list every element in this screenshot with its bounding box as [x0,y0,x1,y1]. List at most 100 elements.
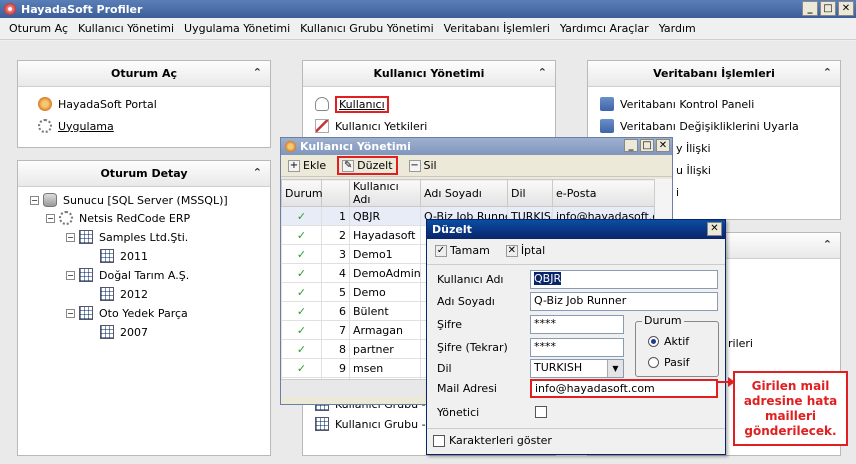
show-chars-checkbox[interactable]: Karakterleri göster [433,434,552,447]
column-header[interactable]: Adı Soyadı [420,179,508,207]
maximize-button[interactable]: □ [820,1,836,16]
divider [427,428,725,429]
year-icon [100,325,114,339]
edit-button[interactable]: ✎ Düzelt [337,156,398,175]
collapse-icon[interactable]: ⌃ [823,238,832,251]
close-button[interactable]: ✕ [656,139,670,152]
db-control-panel-link[interactable]: Veritabanı Kontrol Paneli [588,93,840,115]
kullanici-label: Kullanıcı [335,95,389,113]
collapse-node-icon[interactable]: − [46,213,55,223]
add-label: Ekle [303,159,327,172]
tree-company[interactable]: − Doğal Tarım A.Ş. [66,266,189,284]
oturum-ac-panel: Oturum Aç ⌃ HayadaSoft Portal Uygulama [17,60,271,148]
menu-kullanici-yonetimi[interactable]: Kullanıcı Yönetimi [73,22,179,35]
delete-button[interactable]: − Sil [406,158,440,173]
close-button[interactable]: ✕ [707,222,722,236]
year-label: 2011 [120,249,148,263]
collapse-icon[interactable]: ⌃ [253,166,262,179]
chevron-down-icon[interactable]: ▼ [607,360,623,377]
server-label: Sunucu [SQL Server (MSSQL)] [63,193,228,207]
column-header[interactable]: Dil [507,179,553,207]
show-chars-label: Karakterleri göster [449,434,552,447]
column-header[interactable]: Kullanıcı Adı [349,179,421,207]
tree-year[interactable]: 2011 [100,247,148,265]
kullanici-link[interactable]: Kullanıcı [303,93,555,115]
tree-year[interactable]: 2012 [100,285,148,303]
portal-link[interactable]: HayadaSoft Portal [18,93,270,115]
password-confirm-input[interactable]: **** [530,338,624,357]
kullanici-yonetimi-header[interactable]: Kullanıcı Yönetimi ⌃ [303,61,555,87]
uygulama-label: Uygulama [58,119,114,133]
tree-app[interactable]: − Netsis RedCode ERP [46,209,190,227]
radio-unselected-icon [648,357,659,368]
minimize-button[interactable]: _ [802,1,818,16]
column-header[interactable]: Durum [281,179,323,207]
cell-username: QBJR [349,206,421,226]
tree-company[interactable]: − Samples Ltd.Şti. [66,228,188,246]
veritabani-title: Veritabanı İşlemleri [653,67,775,80]
cell-username: Bülent [349,301,421,321]
username-value: QBJR [534,272,562,285]
menu-oturum-ac[interactable]: Oturum Aç [4,22,73,35]
plus-icon: + [288,159,300,172]
status-passive-radio[interactable]: Pasif [648,356,690,369]
db-control-panel-label: Veritabanı Kontrol Paneli [620,97,755,111]
collapse-node-icon[interactable]: − [66,308,75,318]
kullanici-yonetimi-title: Kullanıcı Yönetimi [373,67,485,80]
collapse-node-icon[interactable]: − [30,195,39,205]
collapse-node-icon[interactable]: − [66,232,75,242]
ok-label: Tamam [450,244,490,257]
language-value: TURKISH [534,361,583,374]
tree-company[interactable]: − Oto Yedek Parça [66,304,188,322]
status-active-radio[interactable]: Aktif [648,335,689,348]
admin-checkbox[interactable] [535,406,547,418]
collapse-node-icon[interactable]: − [66,270,75,280]
mail-input[interactable]: info@hayadasoft.com [530,379,718,398]
kullanici-yetkileri-link[interactable]: Kullanıcı Yetkileri [303,115,555,137]
menu-kullanici-grubu-yonetimi[interactable]: Kullanıcı Grubu Yönetimi [295,22,438,35]
minimize-button[interactable]: _ [624,139,638,152]
secondary-item-label[interactable]: rileri [728,337,753,350]
collapse-icon[interactable]: ⌃ [823,66,832,79]
db-changes-link[interactable]: Veritabanı Değişikliklerini Uyarla [588,115,840,137]
menu-yardimci-araclar[interactable]: Yardımcı Araçlar [555,22,654,35]
password-input[interactable]: **** [530,315,624,334]
mail-label: Mail Adresi [437,382,497,395]
cancel-button[interactable]: ✕ İptal [503,243,548,258]
user-management-titlebar: Kullanıcı Yönetimi _ □ ✕ [281,138,672,155]
kullanici-yetkileri-label: Kullanıcı Yetkileri [335,119,428,133]
menu-yardim[interactable]: Yardım [654,22,701,35]
username-input[interactable]: QBJR [530,270,718,289]
menu-uygulama-yonetimi[interactable]: Uygulama Yönetimi [179,22,295,35]
oturum-ac-header[interactable]: Oturum Aç ⌃ [18,61,270,87]
portal-icon [38,97,52,111]
maximize-button[interactable]: □ [640,139,654,152]
active-check-icon: ✓ [281,358,322,378]
add-button[interactable]: + Ekle [285,158,329,173]
close-button[interactable]: ✕ [838,1,854,16]
year-icon [100,287,114,301]
check-icon: ✓ [435,244,447,257]
db-changes-label: Veritabanı Değişikliklerini Uyarla [620,119,799,133]
uygulama-link[interactable]: Uygulama [18,115,270,137]
tree-year[interactable]: 2007 [100,323,148,341]
tree-server[interactable]: − Sunucu [SQL Server (MSSQL)] [30,191,228,209]
collapse-icon[interactable]: ⌃ [538,66,547,79]
column-header[interactable] [321,179,350,207]
veritabani-header[interactable]: Veritabanı İşlemleri ⌃ [588,61,840,87]
row-id: 1 [321,206,350,226]
column-header[interactable]: e-Posta [552,179,654,207]
oturum-detay-header[interactable]: Oturum Detay ⌃ [18,161,270,187]
edit-icon: ✎ [342,159,355,172]
ok-button[interactable]: ✓ Tamam [432,243,493,258]
menu-veritabani-islemleri[interactable]: Veritabanı İşlemleri [439,22,555,35]
fullname-input[interactable]: Q-Biz Job Runner [530,292,718,311]
cell-username: msen [349,358,421,378]
language-select[interactable]: TURKISH ▼ [530,359,624,378]
table-header-row: Durum Kullanıcı Adı Adı Soyadı Dil e-Pos… [281,179,654,207]
row-id: 4 [321,263,350,283]
oturum-detay-panel: Oturum Detay ⌃ − Sunucu [SQL Server (MSSQL… [17,160,271,456]
window-icon [285,141,296,152]
collapse-icon[interactable]: ⌃ [253,66,262,79]
row-id: 6 [321,301,350,321]
